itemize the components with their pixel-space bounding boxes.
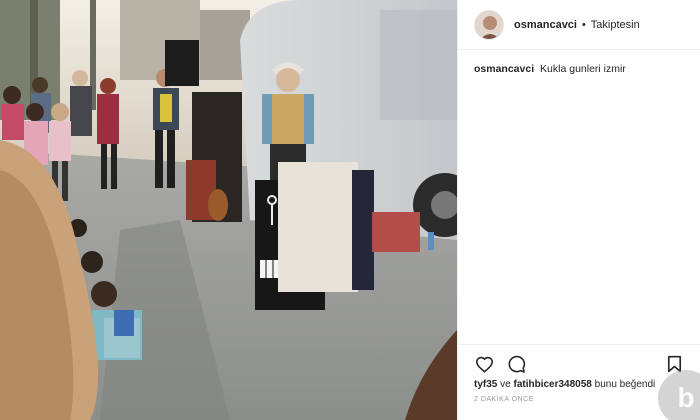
liker-2[interactable]: fatihbicer348058 bbox=[513, 379, 591, 390]
action-icons bbox=[474, 353, 684, 375]
caption-username[interactable]: osmancavci bbox=[474, 63, 534, 75]
watermark-letter: b bbox=[677, 382, 695, 413]
post-caption: osmancavci Kukla gunleri izmir bbox=[458, 50, 700, 88]
post-header: osmancavci • Takiptesin bbox=[458, 0, 700, 50]
likes-suffix: bunu beğendi bbox=[594, 379, 656, 390]
likes-line: tyf35 ve fatihbicer348058 bunu beğendi bbox=[474, 379, 684, 390]
comment-icon[interactable] bbox=[506, 354, 526, 374]
heart-icon[interactable] bbox=[474, 354, 494, 374]
liker-1[interactable]: tyf35 bbox=[474, 379, 497, 390]
separator-dot: • bbox=[582, 18, 586, 31]
avatar[interactable] bbox=[474, 9, 504, 40]
post-sidebar: osmancavci • Takiptesin osmancavci Kukla… bbox=[457, 0, 700, 420]
street-performance-image bbox=[0, 0, 457, 420]
header-username[interactable]: osmancavci bbox=[514, 19, 577, 31]
avatar-image bbox=[475, 10, 503, 39]
post-timestamp[interactable]: 2 DAKİKA ÖNCE bbox=[474, 396, 684, 403]
caption-text: Kukla gunleri izmir bbox=[540, 63, 626, 75]
header-text: osmancavci • Takiptesin bbox=[514, 19, 640, 31]
likes-conjunction: ve bbox=[500, 379, 511, 390]
follow-status[interactable]: Takiptesin bbox=[591, 19, 640, 31]
post-photo[interactable] bbox=[0, 0, 457, 420]
instagram-post: osmancavci • Takiptesin osmancavci Kukla… bbox=[0, 0, 700, 420]
